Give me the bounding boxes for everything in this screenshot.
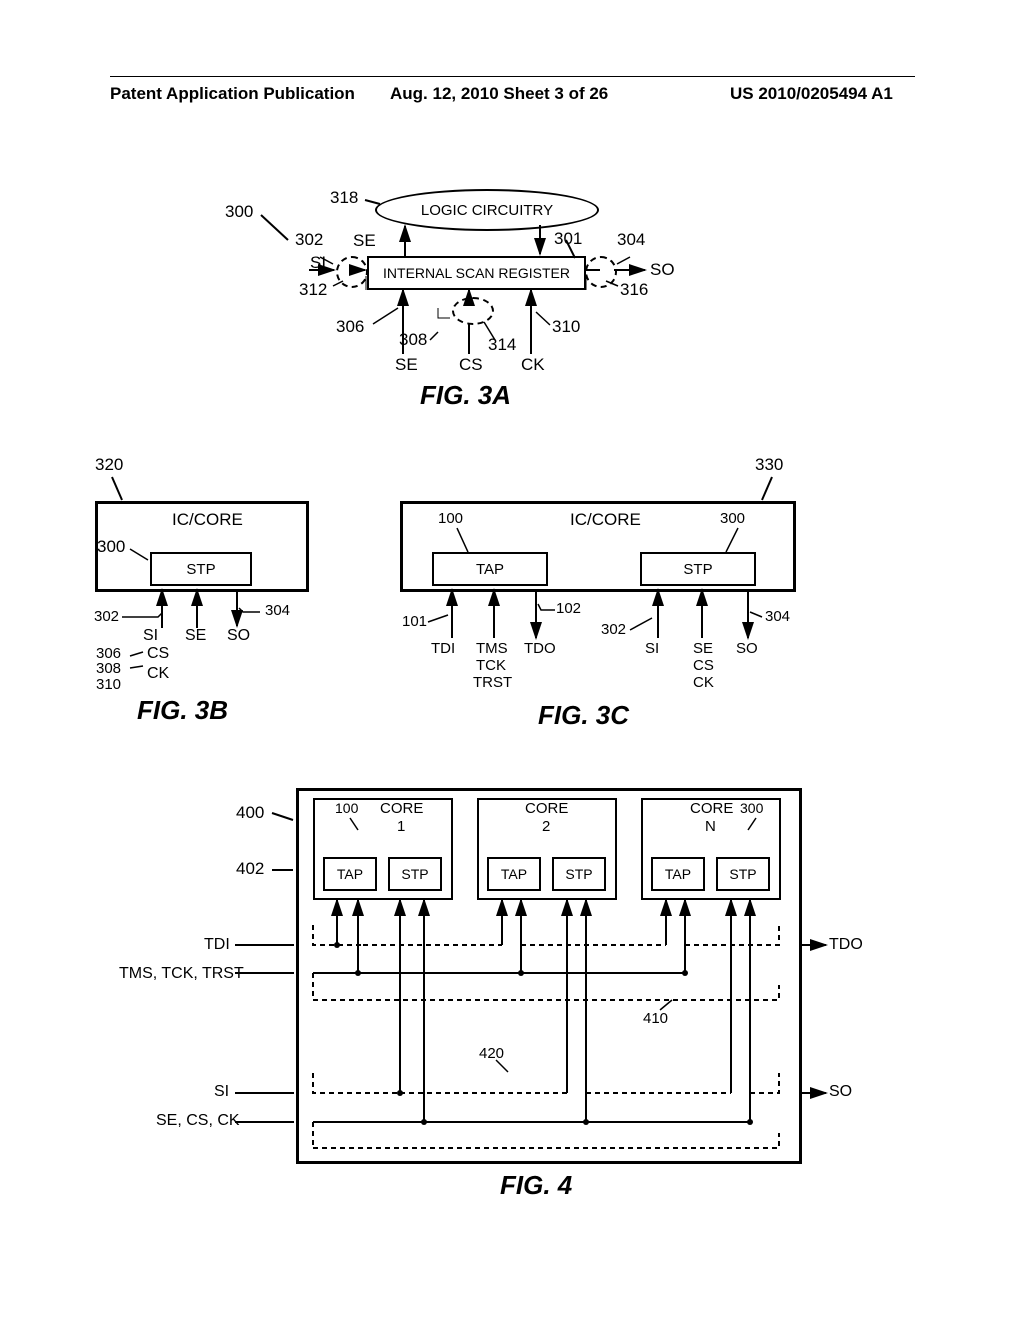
ref-302: 302 bbox=[295, 230, 323, 250]
ref-306: 306 bbox=[336, 317, 364, 337]
fig3c-tdi: TDI bbox=[431, 640, 455, 657]
ref-314: 314 bbox=[488, 335, 516, 355]
fig3c-se: SE bbox=[693, 640, 713, 657]
fig3c-ic-label: IC/CORE bbox=[570, 510, 641, 530]
fig3b-ref302: 302 bbox=[94, 608, 119, 625]
fig3b-se: SE bbox=[185, 627, 206, 645]
fig4-so: SO bbox=[829, 1083, 852, 1101]
core2-n: 2 bbox=[542, 818, 550, 835]
fig3b-so: SO bbox=[227, 627, 250, 645]
core1-tap: TAP bbox=[337, 866, 363, 882]
fig4-ref420: 420 bbox=[479, 1045, 504, 1062]
fig4-ref402: 402 bbox=[236, 859, 264, 879]
fig4-ref100: 100 bbox=[335, 800, 358, 816]
fig3b-ic-label: IC/CORE bbox=[172, 510, 243, 530]
fig4-tms: TMS, TCK, TRST bbox=[119, 965, 244, 983]
fig3b-ref310: 310 bbox=[96, 676, 121, 693]
fig4-ref410: 410 bbox=[643, 1010, 668, 1027]
coreN-n: N bbox=[705, 818, 716, 835]
ref-316: 316 bbox=[620, 280, 648, 300]
fig3c-tck: TCK bbox=[476, 657, 506, 674]
fig3b-si: SI bbox=[143, 627, 158, 645]
fig4-si: SI bbox=[214, 1083, 229, 1101]
fig3c-si: SI bbox=[645, 640, 659, 657]
ref-330: 330 bbox=[755, 455, 783, 475]
se-bot-label: SE bbox=[395, 355, 418, 375]
core1-stp-box: STP bbox=[388, 857, 442, 891]
so-dashed-ellipse bbox=[585, 256, 617, 288]
internal-scan-register-label: INTERNAL SCAN REGISTER bbox=[383, 265, 570, 281]
header-left: Patent Application Publication bbox=[110, 84, 355, 104]
core2-tap: TAP bbox=[501, 866, 527, 882]
core2-stp: STP bbox=[565, 866, 592, 882]
fig3c-so: SO bbox=[736, 640, 758, 657]
fig3b-ref300: 300 bbox=[97, 537, 125, 557]
fig3c-cs: CS bbox=[693, 657, 714, 674]
fig4-ref300: 300 bbox=[740, 800, 763, 816]
coreN-stp-box: STP bbox=[716, 857, 770, 891]
fig3b-ck: CK bbox=[147, 665, 169, 683]
fig3c-trst: TRST bbox=[473, 674, 512, 691]
ref-301: 301 bbox=[554, 229, 582, 249]
ref-310: 310 bbox=[552, 317, 580, 337]
fig3c-ref101: 101 bbox=[402, 613, 427, 630]
fig3b-stp-label: STP bbox=[186, 561, 215, 578]
fig3c-caption: FIG. 3C bbox=[538, 700, 629, 731]
header-right: US 2010/0205494 A1 bbox=[730, 84, 893, 104]
core2-tap-box: TAP bbox=[487, 857, 541, 891]
fig4-tdo: TDO bbox=[829, 936, 863, 954]
ck-label: CK bbox=[521, 355, 545, 375]
coreN-tap-box: TAP bbox=[651, 857, 705, 891]
se-top-label: SE bbox=[353, 231, 376, 251]
fig3c-ref304: 304 bbox=[765, 608, 790, 625]
core1-label: CORE bbox=[380, 800, 423, 817]
fig3c-ref300: 300 bbox=[720, 510, 745, 527]
core1-stp: STP bbox=[401, 866, 428, 882]
core1-n: 1 bbox=[397, 818, 405, 835]
ref-320: 320 bbox=[95, 455, 123, 475]
fig4-ref400: 400 bbox=[236, 803, 264, 823]
header-rule bbox=[110, 76, 915, 77]
fig3c-tap-box: TAP bbox=[432, 552, 548, 586]
fig3c-stp-box: STP bbox=[640, 552, 756, 586]
si-label: SI bbox=[310, 253, 326, 273]
fig3c-ref100: 100 bbox=[438, 510, 463, 527]
fig3b-caption: FIG. 3B bbox=[137, 695, 228, 726]
fig3c-ref102: 102 bbox=[556, 600, 581, 617]
core2-stp-box: STP bbox=[552, 857, 606, 891]
ref-300: 300 bbox=[225, 202, 253, 222]
logic-circuitry-label: LOGIC CIRCUITRY bbox=[421, 202, 553, 219]
internal-scan-register-box: INTERNAL SCAN REGISTER bbox=[367, 256, 586, 290]
fig3c-tap-label: TAP bbox=[476, 561, 504, 578]
core2-label: CORE bbox=[525, 800, 568, 817]
coreN-tap: TAP bbox=[665, 866, 691, 882]
coreN-stp: STP bbox=[729, 866, 756, 882]
ref-318: 318 bbox=[330, 188, 358, 208]
si-dashed-ellipse bbox=[336, 256, 368, 288]
header-middle: Aug. 12, 2010 Sheet 3 of 26 bbox=[390, 84, 608, 104]
ref-304: 304 bbox=[617, 230, 645, 250]
ref-312: 312 bbox=[299, 280, 327, 300]
logic-circuitry-ellipse: LOGIC CIRCUITRY bbox=[375, 189, 599, 231]
fig3b-cs: CS bbox=[147, 645, 169, 663]
fig3c-ref302: 302 bbox=[601, 621, 626, 638]
ref-308: 308 bbox=[399, 330, 427, 350]
cs-dashed-ellipse bbox=[452, 297, 494, 325]
fig3c-ck: CK bbox=[693, 674, 714, 691]
fig3c-tms: TMS bbox=[476, 640, 508, 657]
fig4-caption: FIG. 4 bbox=[500, 1170, 572, 1201]
coreN-label: CORE bbox=[690, 800, 733, 817]
cs-label: CS bbox=[459, 355, 483, 375]
fig3b-ref308: 308 bbox=[96, 660, 121, 677]
fig4-tdi: TDI bbox=[204, 936, 230, 954]
fig3b-ref304: 304 bbox=[265, 602, 290, 619]
fig3c-stp-label: STP bbox=[683, 561, 712, 578]
fig4-se: SE, CS, CK bbox=[156, 1112, 240, 1130]
core1-tap-box: TAP bbox=[323, 857, 377, 891]
so-label: SO bbox=[650, 260, 675, 280]
fig3c-tdo: TDO bbox=[524, 640, 556, 657]
fig3b-stp-box: STP bbox=[150, 552, 252, 586]
fig3a-caption: FIG. 3A bbox=[420, 380, 511, 411]
